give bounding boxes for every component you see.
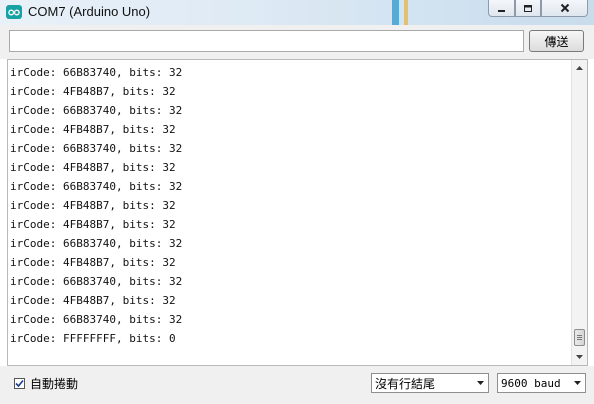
background-window-edge <box>392 0 399 25</box>
output-line: irCode: 4FB48B7, bits: 32 <box>10 161 176 174</box>
minimize-icon <box>498 9 505 12</box>
output-line: irCode: 66B83740, bits: 32 <box>10 104 183 117</box>
autoscroll-label: 自動捲動 <box>30 377 79 391</box>
vertical-scrollbar[interactable] <box>571 60 587 365</box>
autoscroll-checkbox[interactable] <box>14 378 25 389</box>
send-toolbar: 傳送 <box>0 25 594 59</box>
scroll-down-button[interactable] <box>572 349 587 365</box>
chevron-up-icon <box>576 66 583 70</box>
maximize-button[interactable] <box>515 0 541 17</box>
serial-output-lines: irCode: 66B83740, bits: 32 irCode: 4FB48… <box>10 64 570 349</box>
status-bar: 自動捲動 沒有行結尾 9600 baud <box>0 366 594 404</box>
arduino-infinity-icon[interactable] <box>6 5 22 19</box>
thumb-grip <box>577 339 582 340</box>
thumb-grip <box>577 337 582 338</box>
close-icon <box>560 3 569 13</box>
scrollbar-thumb[interactable] <box>574 329 585 346</box>
chevron-down-icon <box>569 381 585 385</box>
close-button[interactable] <box>541 0 588 17</box>
send-input[interactable] <box>9 30 524 52</box>
output-line: irCode: 4FB48B7, bits: 32 <box>10 218 176 231</box>
line-ending-select[interactable]: 沒有行結尾 <box>371 373 489 393</box>
chevron-down-icon <box>576 355 583 359</box>
chevron-down-icon <box>472 381 488 385</box>
output-line: irCode: 66B83740, bits: 32 <box>10 66 183 79</box>
baud-rate-value: 9600 baud <box>501 376 561 390</box>
thumb-grip <box>577 335 582 336</box>
output-line: irCode: 4FB48B7, bits: 32 <box>10 294 176 307</box>
minimize-button[interactable] <box>488 0 515 17</box>
scroll-up-button[interactable] <box>572 60 587 76</box>
output-line: irCode: 4FB48B7, bits: 32 <box>10 85 176 98</box>
output-line: irCode: 4FB48B7, bits: 32 <box>10 123 176 136</box>
baud-rate-select[interactable]: 9600 baud <box>497 373 586 393</box>
maximize-icon <box>524 4 532 12</box>
window-title: COM7 (Arduino Uno) <box>28 4 151 19</box>
title-bar[interactable]: COM7 (Arduino Uno) <box>0 0 594 25</box>
output-line: irCode: 4FB48B7, bits: 32 <box>10 256 176 269</box>
output-line: irCode: 66B83740, bits: 32 <box>10 275 183 288</box>
line-ending-value: 沒有行結尾 <box>375 376 436 391</box>
serial-output[interactable]: irCode: 66B83740, bits: 32 irCode: 4FB48… <box>7 59 588 366</box>
output-line: irCode: FFFFFFFF, bits: 0 <box>10 332 176 345</box>
send-button[interactable]: 傳送 <box>529 30 584 52</box>
output-line: irCode: 66B83740, bits: 32 <box>10 237 183 250</box>
output-line: irCode: 66B83740, bits: 32 <box>10 142 183 155</box>
background-window-edge-accent <box>404 0 408 25</box>
output-line: irCode: 66B83740, bits: 32 <box>10 180 183 193</box>
autoscroll-toggle[interactable]: 自動捲動 <box>14 375 78 392</box>
output-line: irCode: 66B83740, bits: 32 <box>10 313 183 326</box>
checkmark-icon <box>15 379 24 388</box>
output-line: irCode: 4FB48B7, bits: 32 <box>10 199 176 212</box>
